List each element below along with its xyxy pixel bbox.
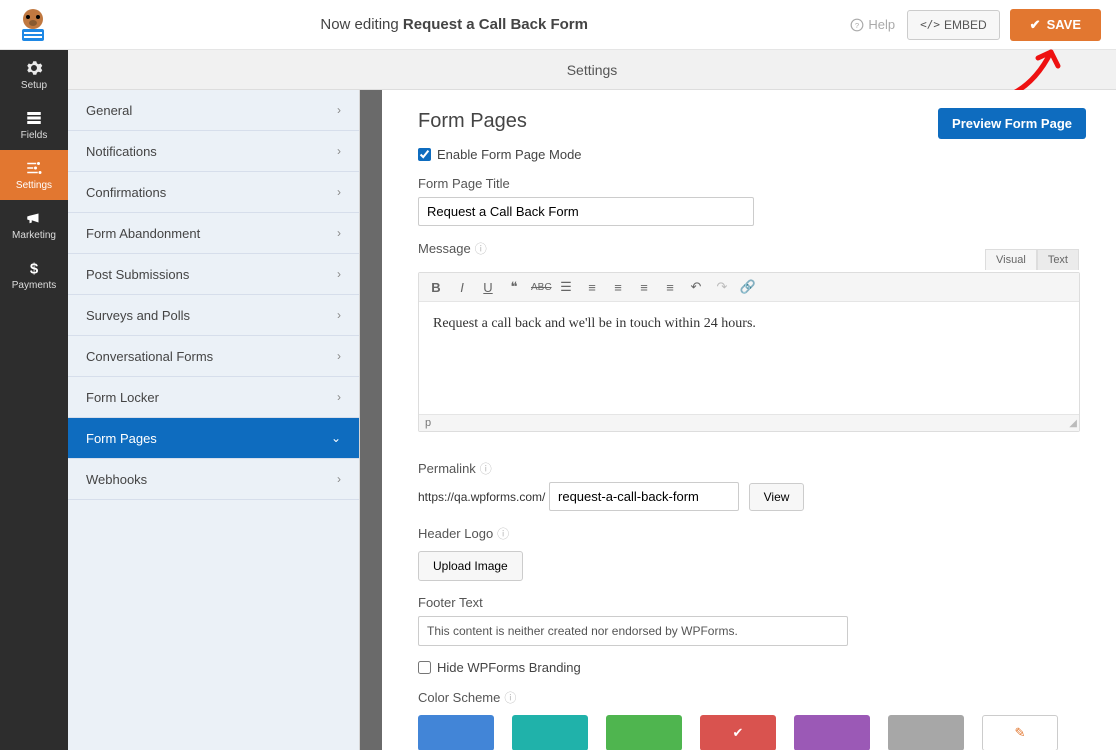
left-nav: Setup Fields Settings Marketing $ Paymen… [0, 50, 68, 750]
section-header: Settings [68, 50, 1116, 90]
nav-marketing[interactable]: Marketing [0, 200, 68, 250]
form-page-title-input[interactable] [418, 197, 754, 226]
settings-item-form-locker[interactable]: Form Locker› [68, 377, 359, 418]
strike-icon[interactable]: ABC [531, 282, 549, 293]
save-button[interactable]: ✔ SAVE [1010, 9, 1101, 41]
enable-form-page-checkbox[interactable] [418, 148, 431, 161]
settings-item-general[interactable]: General› [68, 90, 359, 131]
chevron-right-icon: › [337, 267, 341, 281]
nav-fields[interactable]: Fields [0, 100, 68, 150]
view-button[interactable]: View [749, 483, 805, 511]
enable-form-page-label: Enable Form Page Mode [437, 147, 582, 162]
svg-text:?: ? [855, 20, 859, 29]
help-icon: ? [850, 18, 864, 32]
preview-form-button[interactable]: Preview Form Page [938, 108, 1086, 139]
help-icon[interactable]: ⓘ [504, 691, 516, 705]
color-swatches: ✔✎ [418, 715, 1080, 750]
scroll-gap [360, 90, 382, 750]
top-bar: Now editing Request a Call Back Form ? H… [0, 0, 1116, 50]
footer-text-input[interactable] [418, 616, 848, 646]
color-scheme-label: Color Scheme [418, 690, 500, 705]
content-panel: Preview Form Page Form Pages Enable Form… [382, 90, 1116, 750]
settings-item-form-abandonment[interactable]: Form Abandonment› [68, 213, 359, 254]
editor-tab-text[interactable]: Text [1037, 249, 1079, 270]
hide-branding-label: Hide WPForms Branding [437, 660, 581, 675]
italic-icon[interactable]: I [453, 280, 471, 295]
redo-icon[interactable]: ↷ [713, 279, 731, 295]
list-number-icon[interactable]: ≡ [583, 280, 601, 295]
help-icon[interactable]: ⓘ [480, 462, 492, 476]
check-icon: ✔ [1030, 17, 1041, 33]
settings-item-confirmations[interactable]: Confirmations› [68, 172, 359, 213]
dollar-icon: $ [25, 259, 43, 277]
quote-icon[interactable]: ❝ [505, 279, 523, 295]
embed-icon: </> [920, 18, 940, 31]
color-swatch[interactable] [606, 715, 682, 750]
color-swatch[interactable] [418, 715, 494, 750]
nav-settings[interactable]: Settings [0, 150, 68, 200]
editor-tab-visual[interactable]: Visual [985, 249, 1037, 270]
svg-text:$: $ [30, 260, 39, 277]
header-logo-label: Header Logo [418, 526, 493, 541]
form-page-title-label: Form Page Title [418, 176, 510, 191]
color-picker-button[interactable]: ✎ [982, 715, 1058, 750]
editor-body[interactable]: Request a call back and we'll be in touc… [419, 302, 1079, 414]
permalink-slug-input[interactable] [549, 482, 739, 511]
color-swatch[interactable]: ✔ [700, 715, 776, 750]
message-label: Message [418, 241, 471, 256]
settings-item-webhooks[interactable]: Webhooks› [68, 459, 359, 500]
bullhorn-icon [25, 209, 43, 227]
fields-icon [25, 109, 43, 127]
settings-item-form-pages[interactable]: Form Pages⌄ [68, 418, 359, 459]
logo [8, 3, 58, 47]
editor-path: p◢ [419, 414, 1079, 431]
chevron-right-icon: › [337, 144, 341, 158]
embed-button[interactable]: </> EMBED [907, 10, 1000, 40]
underline-icon[interactable]: U [479, 280, 497, 295]
color-swatch[interactable] [794, 715, 870, 750]
align-left-icon[interactable]: ≡ [609, 280, 627, 295]
chevron-right-icon: › [337, 390, 341, 404]
settings-item-surveys-and-polls[interactable]: Surveys and Polls› [68, 295, 359, 336]
align-right-icon[interactable]: ≡ [661, 280, 679, 295]
settings-item-conversational-forms[interactable]: Conversational Forms› [68, 336, 359, 377]
chevron-right-icon: › [337, 308, 341, 322]
chevron-right-icon: › [337, 185, 341, 199]
chevron-right-icon: › [337, 349, 341, 363]
link-icon[interactable]: 🔗 [739, 279, 757, 295]
settings-item-post-submissions[interactable]: Post Submissions› [68, 254, 359, 295]
editing-prefix: Now editing [320, 16, 403, 33]
align-center-icon[interactable]: ≡ [635, 280, 653, 295]
nav-setup[interactable]: Setup [0, 50, 68, 100]
color-swatch[interactable] [512, 715, 588, 750]
editor-toolbar: B I U ❝ ABC ☰ ≡ ≡ ≡ ≡ ↶ ↷ 🔗 [419, 273, 1079, 302]
resize-handle-icon[interactable]: ◢ [1069, 418, 1077, 429]
footer-text-label: Footer Text [418, 595, 483, 610]
message-editor: Visual Text B I U ❝ ABC ☰ ≡ ≡ ≡ [418, 272, 1080, 432]
chevron-right-icon: › [337, 472, 341, 486]
permalink-label: Permalink [418, 461, 476, 476]
chevron-right-icon: › [337, 226, 341, 240]
form-name: Request a Call Back Form [403, 16, 588, 33]
list-bullet-icon[interactable]: ☰ [557, 279, 575, 295]
help-link[interactable]: ? Help [850, 17, 895, 32]
settings-item-notifications[interactable]: Notifications› [68, 131, 359, 172]
settings-list: General›Notifications›Confirmations›Form… [68, 90, 360, 750]
gear-icon [25, 59, 43, 77]
permalink-base: https://qa.wpforms.com/ [418, 490, 545, 504]
chevron-right-icon: › [337, 103, 341, 117]
eyedropper-icon: ✎ [1015, 725, 1026, 741]
help-icon[interactable]: ⓘ [497, 527, 509, 541]
chevron-down-icon: ⌄ [331, 431, 341, 445]
upload-image-button[interactable]: Upload Image [418, 551, 523, 581]
help-icon[interactable]: ⓘ [475, 242, 487, 256]
nav-payments[interactable]: $ Payments [0, 250, 68, 300]
editing-title: Now editing Request a Call Back Form [58, 16, 850, 33]
hide-branding-checkbox[interactable] [418, 661, 431, 674]
bold-icon[interactable]: B [427, 280, 445, 295]
undo-icon[interactable]: ↶ [687, 279, 705, 295]
sliders-icon [25, 159, 43, 177]
color-swatch[interactable] [888, 715, 964, 750]
